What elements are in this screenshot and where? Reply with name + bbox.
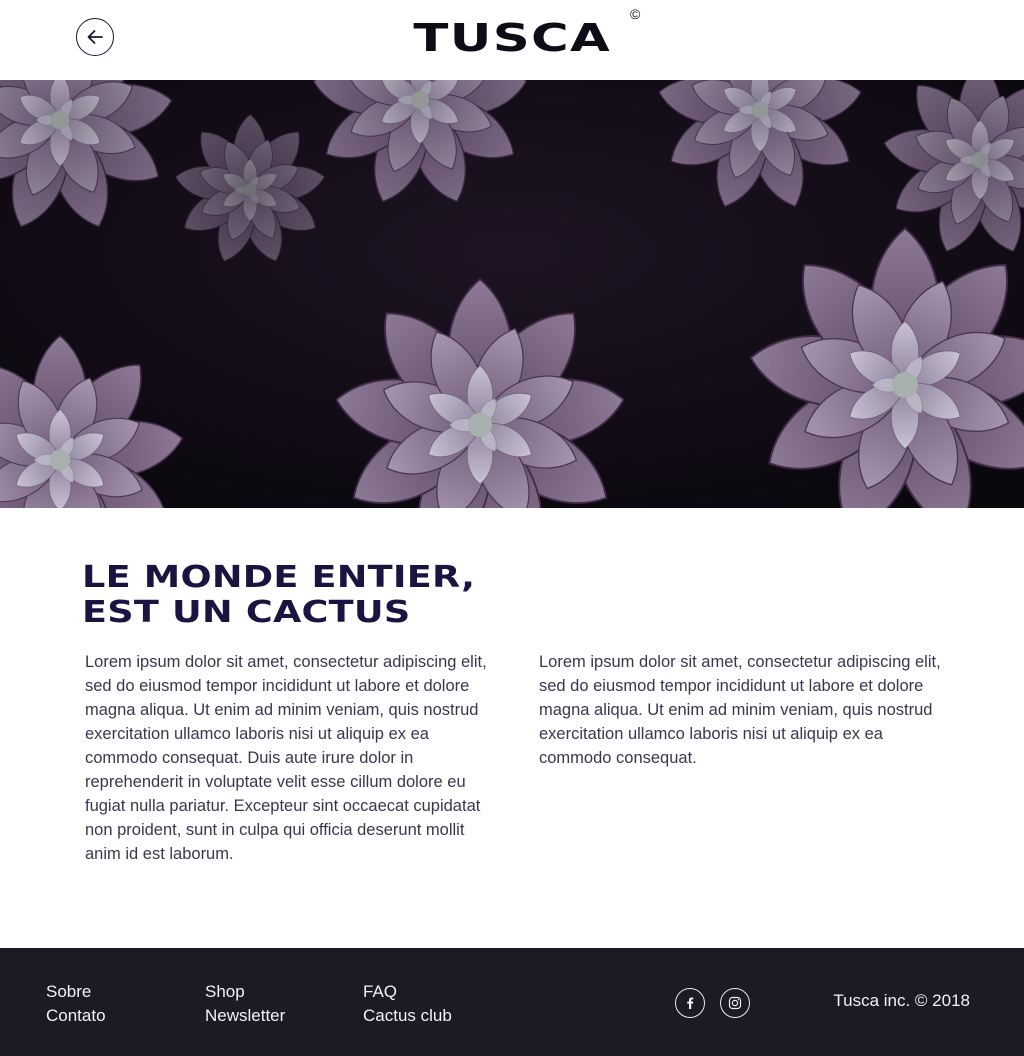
succulent-photo: [0, 80, 1024, 508]
logo-copyright-mark: ©: [630, 6, 641, 22]
headline-line-1: LE MONDE ENTIER,: [82, 560, 476, 595]
footer-link-newsletter[interactable]: Newsletter: [205, 1004, 285, 1028]
footer-link-cactus-club[interactable]: Cactus club: [363, 1004, 452, 1028]
site-footer: Sobre Contato Shop Newsletter FAQ Cactus…: [0, 948, 1024, 1056]
page-title: LE MONDE ENTIER, EST UN CACTUS: [82, 560, 602, 630]
instagram-icon: [728, 996, 742, 1010]
footer-link-faq[interactable]: FAQ: [363, 980, 397, 1004]
instagram-button[interactable]: [720, 988, 750, 1018]
facebook-icon: [687, 997, 694, 1009]
hero-image: [0, 80, 1024, 508]
body-paragraph-right: Lorem ipsum dolor sit amet, consectetur …: [539, 653, 941, 767]
logo[interactable]: TUSCA: [0, 18, 1024, 58]
body-paragraph-left: Lorem ipsum dolor sit amet, consectetur …: [85, 653, 487, 863]
copyright-text: Tusca inc. © 2018: [833, 991, 970, 1010]
headline-line-2: EST UN CACTUS: [82, 595, 411, 630]
logo-text: TUSCA: [413, 16, 611, 60]
site-header: TUSCA ©: [0, 0, 1024, 80]
footer-link-sobre[interactable]: Sobre: [46, 980, 91, 1004]
facebook-button[interactable]: [675, 988, 705, 1018]
footer-link-shop[interactable]: Shop: [205, 980, 245, 1004]
footer-link-contato[interactable]: Contato: [46, 1004, 106, 1028]
